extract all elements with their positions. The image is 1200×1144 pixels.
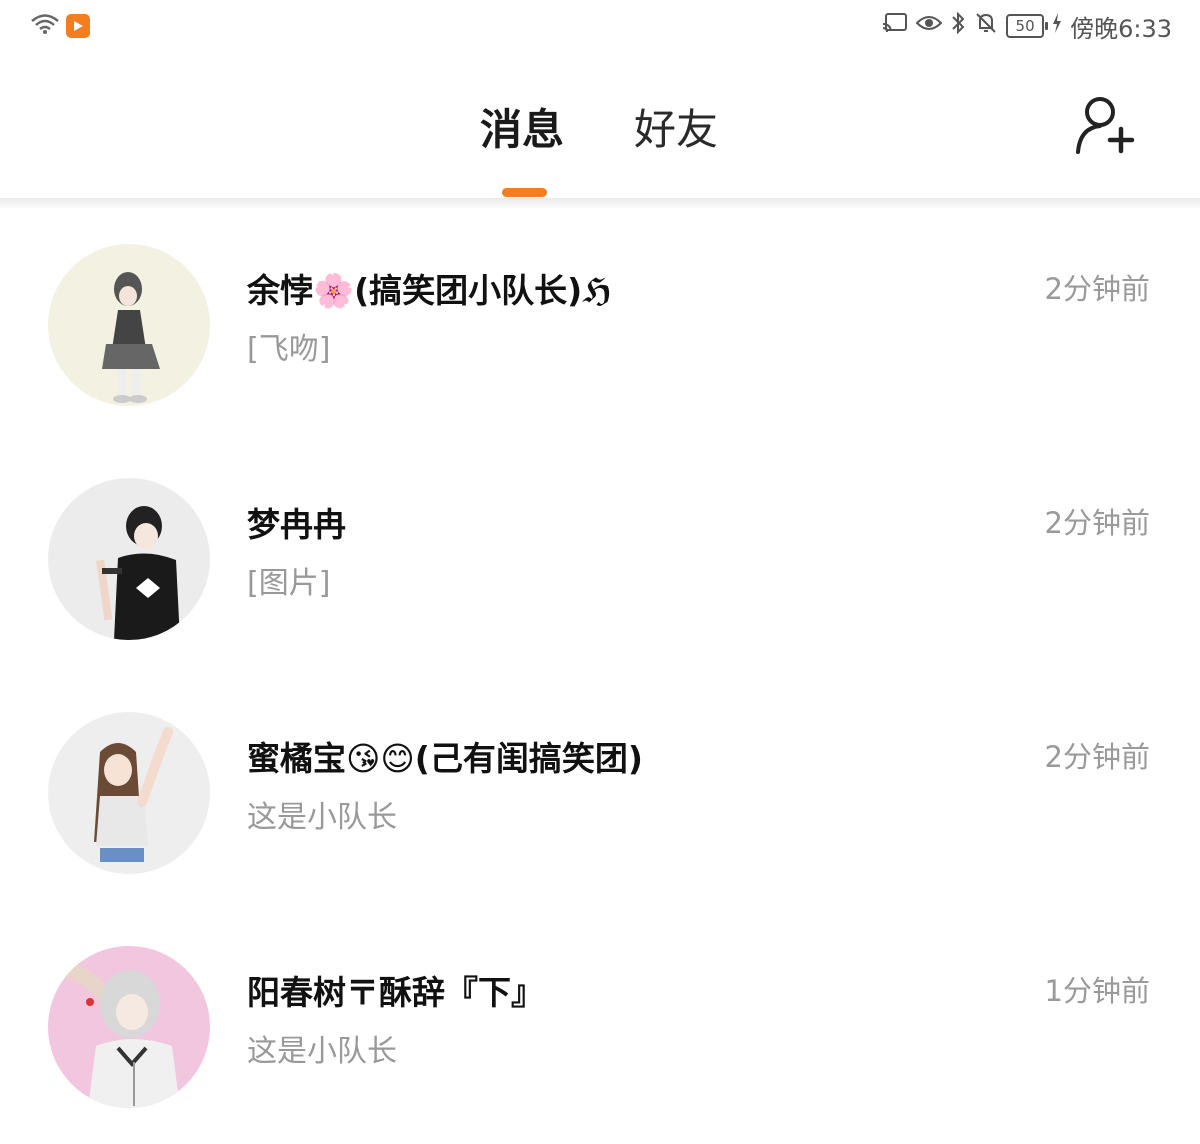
avatar[interactable] (48, 946, 210, 1108)
contact-name: 阳春树〒酥辞『下』 (247, 973, 544, 1012)
message-time: 2分钟前 (1044, 272, 1150, 306)
message-preview: [图片] (247, 566, 331, 601)
add-user-icon (1072, 97, 1136, 160)
avatar[interactable] (48, 478, 210, 640)
contact-name: 梦冉冉 (247, 505, 346, 544)
header-divider (0, 198, 1200, 208)
wifi-icon (30, 13, 60, 39)
conversation-row[interactable]: 蜜橘宝😘😊(己有闺搞笑团) 这是小队长 2分钟前 (0, 676, 1200, 910)
app-badge-icon (66, 14, 90, 38)
message-time: 2分钟前 (1044, 506, 1150, 540)
message-time: 1分钟前 (1044, 974, 1150, 1008)
status-bar-left (0, 13, 90, 39)
cast-icon (882, 12, 908, 40)
bluetooth-icon (950, 11, 966, 41)
tab-friends[interactable]: 好友 (634, 96, 718, 157)
contact-name: 蜜橘宝😘😊(己有闺搞笑团) (247, 739, 643, 778)
status-time: 傍晚6:33 (1070, 14, 1172, 43)
status-bar-right: 50 傍晚6:33 (882, 9, 1200, 44)
conversation-row[interactable]: 阳春树〒酥辞『下』 这是小队长 1分钟前 (0, 910, 1200, 1144)
message-preview: 这是小队长 (247, 800, 397, 835)
avatar[interactable] (48, 712, 210, 874)
battery-icon: 50 (1006, 14, 1049, 38)
message-preview: 这是小队长 (247, 1034, 397, 1069)
conversation-row[interactable]: 梦冉冉 [图片] 2分钟前 (0, 442, 1200, 676)
status-bar: 50 傍晚6:33 (0, 0, 1200, 52)
active-tab-indicator (502, 188, 547, 197)
contact-name: 余悖🌸(搞笑团小队长)ℌ (247, 271, 613, 310)
message-time: 2分钟前 (1044, 740, 1150, 774)
add-friend-button[interactable] (1072, 92, 1136, 156)
header: 消息 好友 (0, 52, 1200, 198)
mute-icon (974, 11, 998, 41)
message-preview: [飞吻] (247, 332, 331, 367)
avatar[interactable] (48, 244, 210, 406)
tab-messages[interactable]: 消息 (480, 96, 564, 157)
eye-icon (915, 13, 943, 39)
charging-icon (1052, 13, 1062, 39)
conversation-row[interactable]: 余悖🌸(搞笑团小队长)ℌ [飞吻] 2分钟前 (0, 208, 1200, 442)
